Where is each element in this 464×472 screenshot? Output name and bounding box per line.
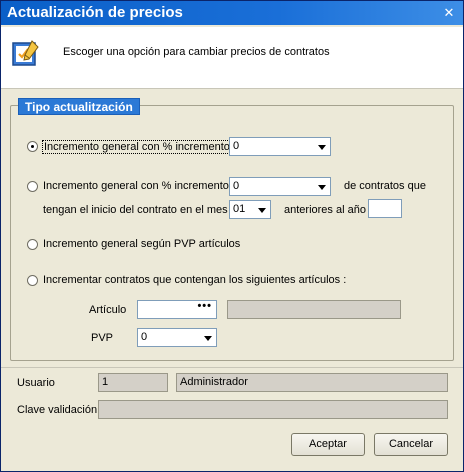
usuario-label: Usuario — [17, 377, 55, 389]
option1-radio[interactable] — [27, 141, 38, 152]
year-input[interactable] — [368, 199, 402, 218]
articulo-description-field — [227, 300, 401, 319]
clave-label: Clave validación — [17, 404, 98, 416]
option1-percent-value: 0 — [233, 140, 240, 152]
option1-label[interactable]: Incremento general con % incremento — [42, 140, 232, 154]
option3-radio[interactable] — [27, 239, 38, 250]
option2-month-label: tengan el inicio del contrato en el mes — [43, 204, 228, 216]
usuario-name-field: Administrador — [176, 373, 448, 392]
option4-label[interactable]: Incrementar contratos que contengan los … — [43, 274, 346, 286]
chevron-down-icon — [258, 208, 266, 213]
update-type-group: Tipo actualitzación Incremento general c… — [10, 98, 454, 361]
separator — [1, 367, 463, 368]
pvp-value: 0 — [141, 331, 148, 343]
option2-radio[interactable] — [27, 181, 38, 192]
option2-suffix-label: de contratos que — [344, 180, 426, 192]
group-legend: Tipo actualitzación — [18, 98, 140, 115]
chevron-down-icon — [318, 185, 326, 190]
browse-dots-icon[interactable]: ••• — [197, 300, 212, 312]
option4-radio[interactable] — [27, 275, 38, 286]
month-value: 01 — [233, 203, 246, 215]
accept-button[interactable]: Aceptar — [291, 433, 365, 456]
chevron-down-icon — [318, 145, 326, 150]
articulo-input[interactable]: ••• — [137, 300, 217, 319]
clave-input[interactable] — [98, 400, 448, 419]
pvp-select[interactable]: 0 — [137, 328, 217, 347]
pvp-label: PVP — [91, 332, 114, 344]
chevron-down-icon — [204, 336, 212, 341]
dialog-window: Actualización de precios ✕ Escoger una o… — [0, 0, 464, 472]
cancel-button[interactable]: Cancelar — [374, 433, 448, 456]
articulo-label: Artículo — [89, 304, 127, 316]
title-bar: Actualización de precios ✕ — [1, 1, 463, 25]
option2-percent-value: 0 — [233, 180, 240, 192]
header-banner: Escoger una opción para cambiar precios … — [1, 27, 463, 89]
header-description: Escoger una opción para cambiar precios … — [63, 46, 330, 58]
option1-percent-select[interactable]: 0 — [229, 137, 331, 156]
usuario-id-field: 1 — [98, 373, 168, 392]
checklist-pen-icon — [12, 40, 39, 66]
option2-label[interactable]: Incremento general con % incremento — [43, 180, 229, 192]
year-label: anteriores al año — [284, 204, 366, 216]
month-select[interactable]: 01 — [229, 200, 271, 219]
window-title: Actualización de precios — [7, 4, 183, 21]
option3-label[interactable]: Incremento general según PVP artículos — [43, 238, 240, 250]
close-icon[interactable]: ✕ — [443, 6, 455, 19]
option2-percent-select[interactable]: 0 — [229, 177, 331, 196]
